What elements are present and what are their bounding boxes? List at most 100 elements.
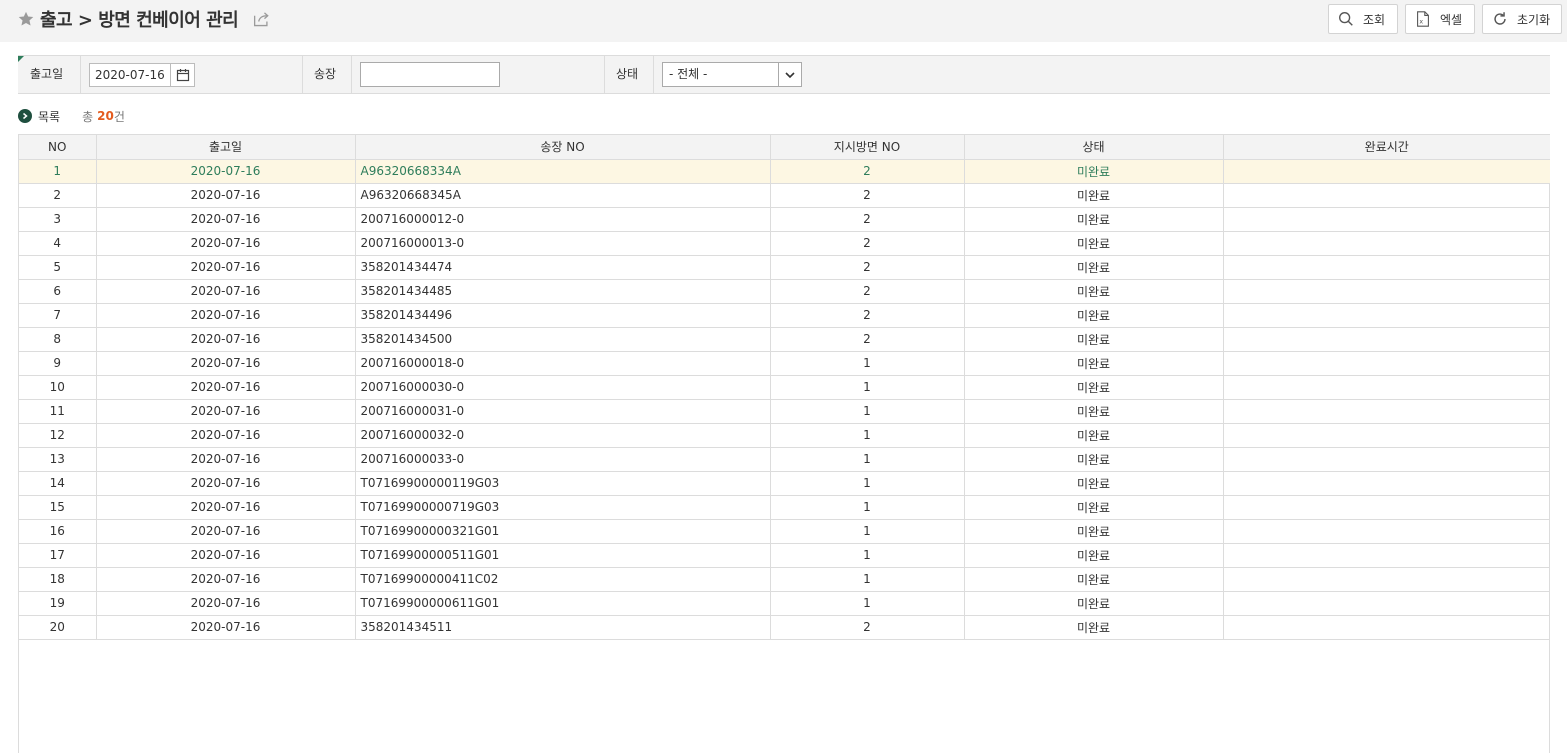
table-row[interactable]: 18 2020-07-16 T07169900000411C02 1 미완료 [19,567,1550,592]
cell-status: 미완료 [964,183,1224,208]
status-select-toggle[interactable] [778,63,801,86]
cell-invoice-no: 200716000012-0 [355,207,771,232]
cell-invoice-no: T07169900000511G01 [355,543,771,568]
cell-ship-date: 2020-07-16 [96,519,356,544]
cell-ship-date: 2020-07-16 [96,591,356,616]
table-row[interactable]: 15 2020-07-16 T07169900000719G03 1 미완료 [19,495,1550,520]
share-icon[interactable] [252,10,272,28]
excel-button-label: 엑셀 [1440,12,1463,27]
corner-marker [18,56,24,62]
table-row[interactable]: 7 2020-07-16 358201434496 2 미완료 [19,303,1550,328]
cell-no: 2 [19,183,97,208]
cell-completed-time [1223,519,1550,544]
table-row[interactable]: 5 2020-07-16 358201434474 2 미완료 [19,255,1550,280]
table-row[interactable]: 20 2020-07-16 358201434511 2 미완료 [19,615,1550,640]
table-row[interactable]: 16 2020-07-16 T07169900000321G01 1 미완료 [19,519,1550,544]
cell-invoice-no: 358201434485 [355,279,771,304]
column-header-completed-time[interactable]: 완료시간 [1223,135,1550,160]
excel-button[interactable]: x 엑셀 [1405,4,1475,34]
table-row[interactable]: 8 2020-07-16 358201434500 2 미완료 [19,327,1550,352]
cell-invoice-no: T07169900000411C02 [355,567,771,592]
column-header-invoice-no[interactable]: 송장 NO [355,135,771,160]
cell-completed-time [1223,159,1550,184]
table-row[interactable]: 13 2020-07-16 200716000033-0 1 미완료 [19,447,1550,472]
search-button[interactable]: 조회 [1328,4,1398,34]
cell-direction-no: 2 [770,327,965,352]
table-row[interactable]: 11 2020-07-16 200716000031-0 1 미완료 [19,399,1550,424]
column-header-ship-date[interactable]: 출고일 [96,135,356,160]
status-label: 상태 [616,67,639,81]
total-suffix: 건 [113,109,125,124]
cell-no: 12 [19,423,97,448]
title-area: 출고 > 방면 컨베이어 관리 [17,6,272,32]
list-header: 목록 총 20 건 [18,107,125,125]
cell-completed-time [1223,471,1550,496]
cell-no: 11 [19,399,97,424]
refresh-icon [1494,12,1506,25]
cell-no: 8 [19,327,97,352]
page-title: 출고 > 방면 컨베이어 관리 [40,10,239,31]
cell-status: 미완료 [964,231,1224,256]
divider [653,56,654,93]
chevron-right-icon [18,109,32,123]
cell-invoice-no: 358201434496 [355,303,771,328]
table-row[interactable]: 6 2020-07-16 358201434485 2 미완료 [19,279,1550,304]
ship-date-field[interactable]: 2020-07-16 [89,63,195,87]
cell-invoice-no: T07169900000321G01 [355,519,771,544]
status-select[interactable]: - 전체 - [662,62,802,87]
cell-direction-no: 1 [770,399,965,424]
cell-direction-no: 2 [770,159,965,184]
ship-date-label: 출고일 [30,67,64,81]
cell-status: 미완료 [964,255,1224,280]
cell-completed-time [1223,327,1550,352]
cell-status: 미완료 [964,207,1224,232]
table-row[interactable]: 17 2020-07-16 T07169900000511G01 1 미완료 [19,543,1550,568]
cell-no: 7 [19,303,97,328]
cell-invoice-no: 358201434474 [355,255,771,280]
table-row[interactable]: 4 2020-07-16 200716000013-0 2 미완료 [19,231,1550,256]
column-header-direction-no[interactable]: 지시방면 NO [770,135,965,160]
calendar-button[interactable] [170,64,194,86]
cell-direction-no: 1 [770,567,965,592]
cell-status: 미완료 [964,519,1224,544]
invoice-input[interactable] [360,62,500,87]
cell-direction-no: 2 [770,303,965,328]
cell-ship-date: 2020-07-16 [96,327,356,352]
cell-direction-no: 2 [770,207,965,232]
table-row[interactable]: 9 2020-07-16 200716000018-0 1 미완료 [19,351,1550,376]
cell-status: 미완료 [964,495,1224,520]
cell-direction-no: 1 [770,543,965,568]
table-row[interactable]: 2 2020-07-16 A96320668345A 2 미완료 [19,183,1550,208]
cell-direction-no: 1 [770,447,965,472]
cell-direction-no: 1 [770,471,965,496]
cell-no: 9 [19,351,97,376]
shipment-table: NO 출고일 송장 NO 지시방면 NO 상태 완료시간 1 2020-07-16… [19,135,1550,640]
table-row[interactable]: 3 2020-07-16 200716000012-0 2 미완료 [19,207,1550,232]
cell-no: 20 [19,615,97,640]
cell-direction-no: 1 [770,375,965,400]
cell-ship-date: 2020-07-16 [96,567,356,592]
table-row[interactable]: 10 2020-07-16 200716000030-0 1 미완료 [19,375,1550,400]
chevron-down-icon [785,71,795,78]
table-row[interactable]: 19 2020-07-16 T07169900000611G01 1 미완료 [19,591,1550,616]
cell-direction-no: 2 [770,231,965,256]
table-row[interactable]: 12 2020-07-16 200716000032-0 1 미완료 [19,423,1550,448]
cell-no: 16 [19,519,97,544]
cell-status: 미완료 [964,327,1224,352]
cell-direction-no: 1 [770,591,965,616]
cell-status: 미완료 [964,471,1224,496]
cell-no: 15 [19,495,97,520]
divider [604,56,605,93]
cell-status: 미완료 [964,567,1224,592]
cell-completed-time [1223,207,1550,232]
cell-invoice-no: T07169900000611G01 [355,591,771,616]
table-row[interactable]: 14 2020-07-16 T07169900000119G03 1 미완료 [19,471,1550,496]
cell-status: 미완료 [964,159,1224,184]
column-header-no[interactable]: NO [19,135,97,160]
star-icon[interactable] [17,10,35,28]
cell-direction-no: 1 [770,423,965,448]
cell-ship-date: 2020-07-16 [96,543,356,568]
table-row[interactable]: 1 2020-07-16 A96320668334A 2 미완료 [19,159,1550,184]
column-header-status[interactable]: 상태 [964,135,1224,160]
reset-button[interactable]: 초기화 [1482,4,1562,34]
